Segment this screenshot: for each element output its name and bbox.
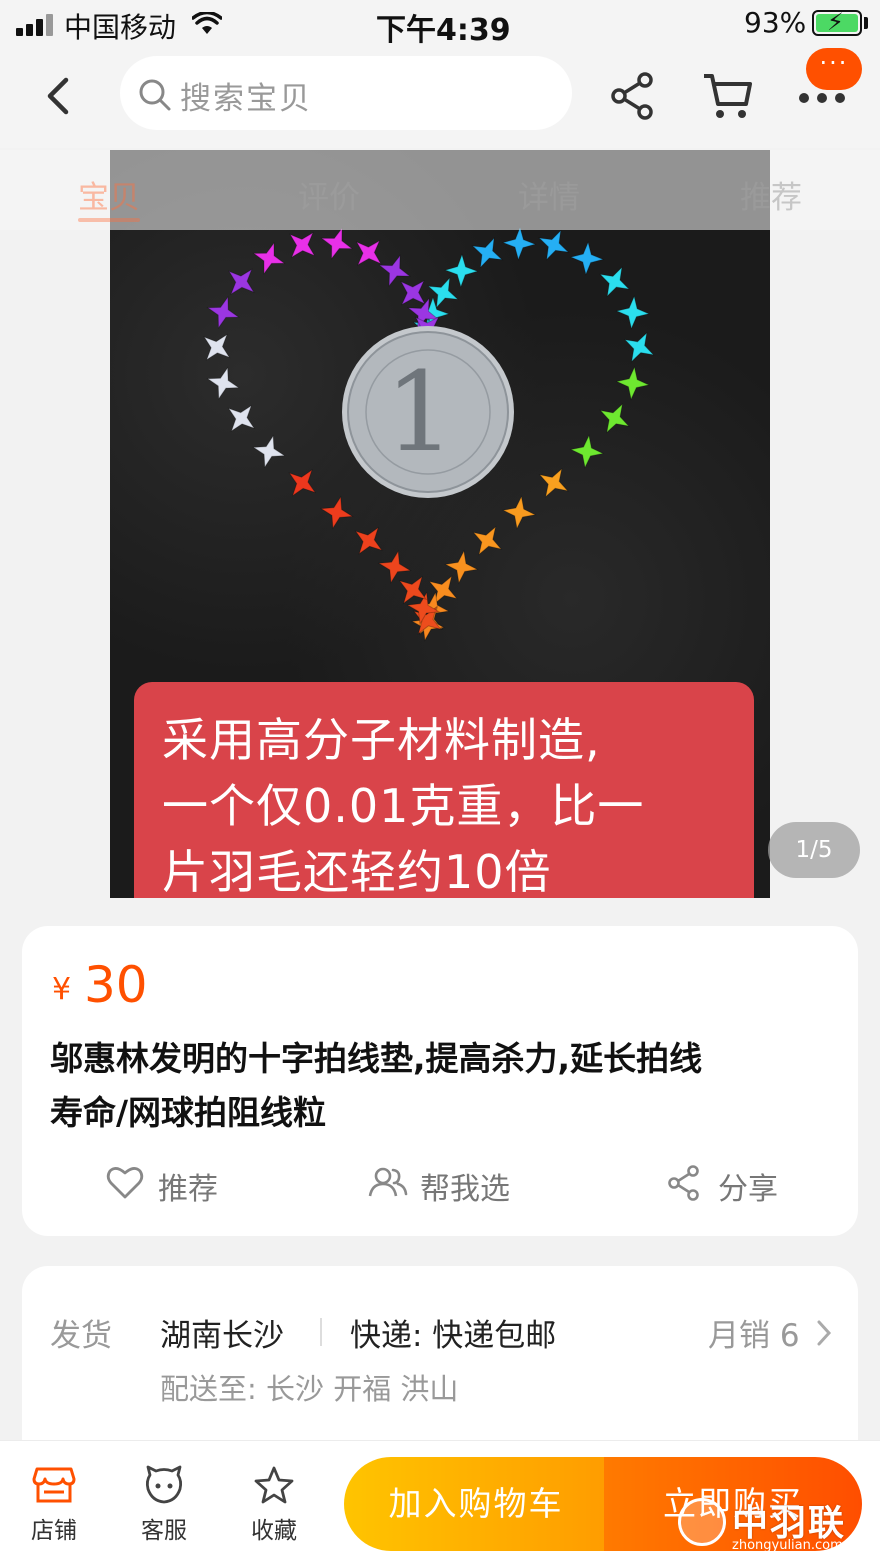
caption-line: 一个仅0.01克重，比一: [162, 779, 645, 833]
express-info: 快递: 快递包邮: [350, 1318, 557, 1354]
delivery-destination: 配送至: 长沙 开福 洪山: [160, 1372, 459, 1406]
watermark-logo: 中羽联 zhongyulian.com: [672, 1492, 872, 1558]
monthly-sales: 月销 6: [708, 1318, 800, 1354]
search-bar[interactable]: 搜索宝贝: [120, 56, 572, 130]
back-arrow-icon[interactable]: [36, 68, 80, 124]
bead: [288, 468, 317, 497]
message-badge[interactable]: ···: [806, 48, 862, 90]
customer-service-label: 客服: [141, 1518, 187, 1544]
watermark-url: zhongyulian.com: [732, 1538, 843, 1553]
coin: 1: [342, 326, 514, 498]
signal-icon: [16, 14, 56, 36]
battery-percent: 93%: [744, 6, 807, 39]
section-tabs: 宝贝 评价 详情 推荐: [0, 150, 880, 230]
bead: [472, 525, 503, 556]
watermark-emblem: [678, 1498, 726, 1546]
chevron-right-icon: [817, 1320, 832, 1346]
currency-symbol: ¥: [52, 972, 72, 1007]
store-icon: [32, 1467, 76, 1503]
search-placeholder: 搜索宝贝: [180, 81, 312, 117]
customer-service-button[interactable]: 客服: [124, 1465, 204, 1545]
customer-service-icon: [145, 1465, 183, 1504]
recommend-button[interactable]: 推荐: [106, 1160, 246, 1210]
image-counter: 1/5: [768, 822, 860, 878]
bead: [501, 225, 537, 261]
shipping-label: 发货: [50, 1318, 112, 1354]
bead: [598, 266, 631, 298]
bead: [319, 495, 354, 530]
people-icon: [368, 1167, 408, 1197]
help-me-choose-button[interactable]: 帮我选: [368, 1160, 528, 1210]
bead: [537, 229, 570, 261]
store-label: 店铺: [31, 1518, 77, 1544]
share-button[interactable]: 分享: [666, 1160, 806, 1210]
bead: [615, 365, 651, 401]
bead: [377, 549, 412, 585]
bead: [623, 331, 655, 363]
add-to-cart-button[interactable]: 加入购物车: [344, 1457, 608, 1551]
active-tab-indicator: [78, 218, 140, 222]
coin-value: 1: [385, 348, 455, 476]
divider: [320, 1318, 322, 1346]
product-price: 30: [84, 956, 148, 1014]
share-label: 分享: [718, 1172, 778, 1207]
top-nav: 搜索宝贝 ···: [0, 48, 880, 148]
wifi-icon: [192, 12, 222, 34]
battery-cap: [864, 17, 868, 29]
caption-line: 采用高分子材料制造,: [162, 713, 601, 767]
status-bar: 中国移动 下午4:39 93% ⚡: [0, 0, 880, 48]
bead: [501, 495, 537, 530]
cart-icon[interactable]: [700, 68, 756, 124]
product-image-gallery[interactable]: 1 采用高分子材料制造, 一个仅0.01克重，比一 片羽毛还轻约10倍: [110, 150, 770, 898]
charging-bolt-icon: ⚡: [827, 8, 844, 36]
search-icon: [139, 79, 171, 111]
ship-from-location: 湖南长沙: [160, 1318, 284, 1354]
favorite-label: 收藏: [251, 1518, 297, 1544]
bead: [227, 268, 255, 296]
help-me-choose-label: 帮我选: [420, 1172, 510, 1207]
recommend-label: 推荐: [158, 1172, 218, 1207]
image-caption: 采用高分子材料制造, 一个仅0.01克重，比一 片羽毛还轻约10倍: [134, 682, 754, 898]
caption-line: 片羽毛还轻约10倍: [162, 845, 552, 898]
star-icon: [254, 1466, 294, 1504]
product-info-card: ¥ 30 邬惠林发明的十字拍线垫,提高杀力,延长拍线 寿命/网球拍阻线粒 推荐 …: [22, 926, 858, 1236]
bead: [443, 253, 479, 289]
tab-reviews[interactable]: 评价: [298, 172, 360, 217]
tab-item[interactable]: 宝贝: [78, 172, 140, 217]
clock: 下午4:39: [376, 13, 511, 48]
bead: [206, 366, 241, 401]
carrier-name: 中国移动: [64, 11, 177, 44]
heart-icon: [106, 1167, 144, 1199]
favorite-button[interactable]: 收藏: [234, 1465, 314, 1545]
bead: [599, 402, 630, 434]
product-title-line: 寿命/网球拍阻线粒: [50, 1093, 327, 1132]
bead: [569, 240, 605, 276]
store-button[interactable]: 店铺: [14, 1465, 94, 1545]
bead: [471, 236, 504, 269]
share-icon: [668, 1165, 699, 1201]
bead: [569, 434, 605, 469]
product-title-line: 邬惠林发明的十字拍线垫,提高杀力,延长拍线: [50, 1039, 703, 1078]
bead: [538, 467, 569, 499]
bead: [252, 434, 286, 469]
bead: [354, 526, 383, 555]
share-icon[interactable]: [608, 70, 658, 122]
bead: [615, 294, 651, 330]
bead: [227, 404, 256, 433]
bead: [206, 295, 241, 330]
tab-recommend[interactable]: 推荐: [740, 172, 802, 217]
bead: [252, 241, 286, 276]
tab-details[interactable]: 详情: [518, 172, 580, 217]
bead: [203, 333, 231, 361]
